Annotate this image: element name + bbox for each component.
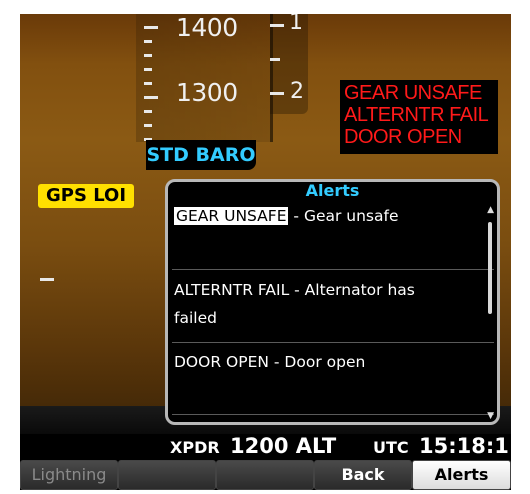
alert-description-cont: failed — [174, 309, 217, 327]
vertical-speed-tape: 1 2 — [270, 14, 308, 114]
softkey-back[interactable]: Back — [314, 460, 412, 490]
vsi-label-2: 2 — [290, 79, 304, 104]
annunciation-door-open: DOOR OPEN — [344, 126, 462, 148]
alt-tick — [144, 40, 152, 43]
softkey-blank-2[interactable] — [118, 460, 216, 490]
softkey-blank-3[interactable] — [216, 460, 314, 490]
display-bezel: 1400 1300 1 2 STD BARO GEAR UNSAFE ALTER… — [0, 0, 530, 494]
alerts-window[interactable]: Alerts GEAR UNSAFE - Gear unsafe ALTERNT… — [165, 179, 500, 425]
scroll-down-arrow-icon[interactable]: ▼ — [487, 412, 494, 421]
alerts-window-title: Alerts — [305, 181, 360, 200]
vsi-tick — [270, 58, 280, 61]
alert-separator: - — [288, 207, 304, 225]
alert-separator: - — [289, 281, 305, 299]
annunciation-alternator-fail: ALTERNTR FAIL — [344, 104, 489, 126]
alert-code: ALTERNTR FAIL — [174, 281, 290, 299]
alert-code: DOOR OPEN — [174, 353, 269, 371]
alt-tick — [144, 26, 158, 29]
alert-description: Alternator has — [304, 281, 415, 299]
utc-time: 15:18:11 — [419, 434, 511, 458]
alt-tick — [144, 110, 152, 113]
horizon-reference-mark — [40, 278, 54, 281]
alt-tick — [144, 82, 152, 85]
alt-tick — [144, 68, 152, 71]
alt-tick — [144, 96, 158, 99]
alert-divider — [172, 414, 494, 415]
gps-loi-flag: GPS LOI — [38, 184, 135, 208]
scroll-up-arrow-icon[interactable]: ▲ — [487, 206, 494, 215]
altitude-label-1400: 1400 — [176, 14, 238, 42]
baro-setting-box[interactable]: STD BARO — [146, 140, 256, 170]
pfd-screen: 1400 1300 1 2 STD BARO GEAR UNSAFE ALTER… — [20, 14, 511, 490]
alert-separator: - — [268, 353, 285, 371]
altitude-label-1300: 1300 — [176, 78, 238, 107]
vsi-tick — [270, 92, 284, 95]
alert-code: GEAR UNSAFE — [174, 207, 289, 225]
alert-divider — [172, 269, 494, 270]
annunciation-window: GEAR UNSAFE ALTERNTR FAIL DOOR OPEN — [340, 80, 498, 154]
alt-tick — [144, 54, 152, 57]
xpdr-label: XPDR — [170, 438, 220, 457]
alt-tick — [144, 124, 152, 127]
alert-description: Gear unsafe — [303, 207, 399, 225]
utc-label: UTC — [373, 438, 409, 457]
vsi-label-1: 1 — [289, 14, 303, 35]
alert-item-alternator-fail[interactable]: ALTERNTR FAIL - Alternator has failed — [174, 278, 490, 330]
softkey-lightning[interactable]: Lightning — [20, 460, 118, 490]
alert-description: Door open — [284, 353, 366, 371]
alert-item-gear-unsafe[interactable]: GEAR UNSAFE - Gear unsafe — [174, 204, 490, 228]
status-bar: XPDR 1200 ALT UTC 15:18:11 — [20, 434, 511, 460]
softkey-alerts[interactable]: Alerts — [412, 460, 511, 490]
softkey-bar: Lightning Back Alerts — [20, 460, 511, 490]
alert-item-door-open[interactable]: DOOR OPEN - Door open — [174, 350, 490, 374]
xpdr-code[interactable]: 1200 ALT — [230, 434, 336, 458]
altitude-tape: 1400 1300 — [136, 14, 273, 142]
annunciation-gear-unsafe: GEAR UNSAFE — [344, 82, 482, 104]
vsi-tick — [270, 24, 284, 27]
alert-divider — [172, 342, 494, 343]
scrollbar-thumb[interactable] — [488, 222, 492, 314]
